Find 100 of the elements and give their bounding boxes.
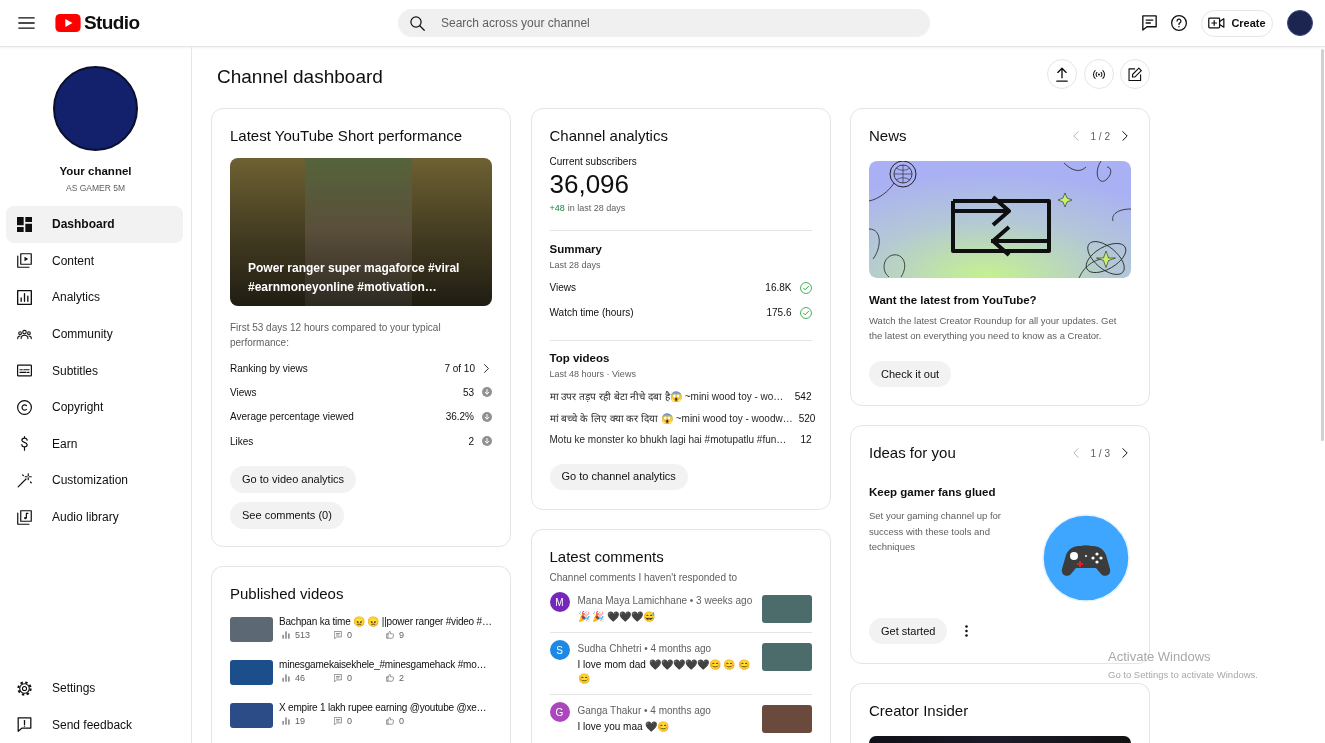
magic-wand-icon bbox=[17, 472, 32, 488]
like-count: 9 bbox=[399, 629, 404, 641]
video-thumbnail[interactable] bbox=[230, 703, 273, 728]
subscriber-count: 36,096 bbox=[549, 169, 631, 199]
video-title: Power ranger super magaforce #viral #earnmoneyonline #motivation… bbox=[248, 260, 461, 296]
video-title[interactable]: मां बच्चे के लिए क्या कर दिया 😱 ~mini wood toy - woodw… bbox=[549, 410, 793, 426]
dashboard-icon bbox=[17, 216, 32, 232]
user-avatar: M bbox=[549, 592, 570, 612]
sidebar-item[interactable]: Send feedback bbox=[6, 706, 183, 743]
sidebar-item[interactable]: Content bbox=[6, 242, 183, 280]
sidebar-item[interactable]: Settings bbox=[6, 669, 183, 707]
get-started-button[interactable]: Get started bbox=[869, 618, 948, 644]
user-avatar: G bbox=[549, 702, 570, 722]
comment-icon bbox=[334, 631, 342, 639]
down-arrow-icon bbox=[482, 436, 492, 447]
video-thumbnail[interactable]: Power ranger super magaforce #viral #earnmoneyonline #motivation… bbox=[230, 158, 492, 306]
video-thumbnail[interactable] bbox=[230, 617, 273, 642]
metric-value: 7 of 10 bbox=[444, 361, 475, 376]
studio-logo[interactable]: Studio bbox=[55, 12, 140, 34]
sidebar-item[interactable]: Audio library bbox=[6, 498, 183, 536]
video-thumbnail[interactable] bbox=[761, 705, 812, 733]
comment-icon bbox=[334, 717, 342, 725]
video-thumbnail[interactable] bbox=[761, 595, 812, 623]
sidebar-item[interactable]: Analytics bbox=[6, 279, 183, 316]
like-count: 2 bbox=[399, 672, 404, 684]
sidebar-item[interactable]: Copyright bbox=[6, 388, 183, 426]
card-title: Creator Insider bbox=[869, 701, 970, 721]
page-title: Channel dashboard bbox=[217, 65, 383, 89]
subtitles-icon bbox=[17, 363, 32, 379]
card-title: News bbox=[869, 126, 907, 146]
video-thumbnail[interactable] bbox=[761, 643, 812, 671]
channel-name: AS GAMER 5M bbox=[64, 182, 126, 194]
metric-value: 53 bbox=[462, 385, 474, 400]
video-title[interactable]: Bachpan ka time 😠 😠 ||power ranger #video #… bbox=[279, 615, 492, 629]
comment-text: I love you maa 🖤😊 bbox=[577, 720, 671, 734]
news-headline: Want the latest from YouTube? bbox=[869, 293, 1038, 308]
metric-value: 16.8K bbox=[765, 281, 792, 295]
channel-title: Your channel bbox=[58, 164, 133, 178]
metric-label: Ranking by views bbox=[230, 361, 309, 376]
user-avatar: S bbox=[549, 640, 570, 660]
view-count: 520 bbox=[798, 411, 816, 426]
menu-icon bbox=[17, 17, 35, 29]
video-title[interactable]: मा उपर तड़प रही बेटा नीचे दबा है😱 ~mini wood toy - wo… bbox=[549, 389, 789, 405]
play-logo-icon bbox=[55, 14, 81, 32]
view-count: 19 bbox=[295, 715, 305, 727]
page-indicator: 1 / 3 bbox=[1090, 446, 1110, 461]
change-period: in last 28 days bbox=[567, 202, 626, 214]
sidebar-item[interactable]: Subtitles bbox=[6, 352, 183, 389]
search-field[interactable]: Search across your channel bbox=[398, 9, 930, 37]
thumbs-up-icon bbox=[386, 717, 394, 725]
sidebar-item[interactable]: Community bbox=[6, 315, 183, 353]
comments-button[interactable]: See comments (0) bbox=[230, 502, 344, 530]
video-title[interactable]: minesgamekaisekhele_#minesgamehack #mo… bbox=[279, 658, 487, 672]
comment-count: 0 bbox=[347, 629, 352, 641]
news-banner-drawing[interactable] bbox=[869, 161, 1131, 278]
view-count: 542 bbox=[794, 390, 812, 405]
video-thumbnail[interactable] bbox=[230, 660, 273, 685]
video-title[interactable]: X empire 1 lakh rupee earning @youtube @xe… bbox=[279, 701, 487, 715]
video-analytics-button[interactable]: Go to video analytics bbox=[230, 466, 357, 494]
comment-text: I love mom dad 🖤🖤🖤🖤🖤😊 😊 😊 😊 bbox=[577, 658, 752, 686]
activation-text: Go to Settings to activate Windows. bbox=[1108, 668, 1258, 681]
view-count: 46 bbox=[295, 672, 305, 684]
video-thumbnail[interactable] bbox=[869, 736, 1131, 743]
chevron-right-icon[interactable] bbox=[1122, 131, 1128, 141]
metric-label: Likes bbox=[230, 434, 255, 449]
check-it-out-button[interactable]: Check it out bbox=[869, 361, 952, 387]
section-period: Last 28 days bbox=[549, 259, 602, 271]
settings-icon bbox=[17, 680, 32, 696]
chevron-right-icon[interactable] bbox=[1122, 448, 1128, 458]
sidebar-item[interactable]: Earn bbox=[6, 425, 183, 463]
comment-byline: Mana Maya Lamichhane • 3 weeks ago bbox=[577, 594, 754, 608]
bar-chart-icon bbox=[282, 717, 290, 725]
metric-value: 36.2% bbox=[445, 410, 474, 425]
comparison-note: First 53 days 12 hours compared to your typical performance: bbox=[230, 321, 442, 350]
music-library-icon bbox=[17, 509, 32, 525]
video-plus-icon bbox=[1208, 17, 1226, 29]
comment-byline: Ganga Thakur • 4 months ago bbox=[577, 704, 712, 718]
video-title[interactable]: Motu ke monster ko bhukh lagi hai #motupatlu #fun… bbox=[549, 432, 795, 448]
idea-text: Set your gaming channel up for success with these tools and techniques bbox=[869, 509, 1003, 554]
chevron-right-icon[interactable] bbox=[484, 363, 489, 373]
section-period: Last 48 hours · Views bbox=[549, 368, 637, 380]
message-icon bbox=[1141, 15, 1157, 31]
bar-chart-icon bbox=[282, 631, 290, 639]
metric-value: 2 bbox=[468, 434, 474, 449]
metric-label: Average percentage viewed bbox=[230, 410, 355, 425]
down-arrow-icon bbox=[482, 387, 492, 398]
sidebar-item[interactable]: Dashboard bbox=[6, 206, 183, 243]
view-count: 513 bbox=[295, 629, 311, 641]
account-avatar[interactable] bbox=[1287, 10, 1313, 36]
channel-analytics-button[interactable]: Go to channel analytics bbox=[549, 463, 688, 490]
sidebar-item[interactable]: Customization bbox=[6, 462, 183, 499]
section-title: Top videos bbox=[549, 351, 611, 366]
metric-label: Views bbox=[549, 281, 577, 295]
scrollbar-thumb[interactable] bbox=[1321, 49, 1324, 441]
thumbs-up-icon bbox=[386, 674, 394, 682]
metric-label: Watch time (hours) bbox=[549, 306, 635, 320]
comment-count: 0 bbox=[347, 672, 352, 684]
subscriber-change: +48 bbox=[549, 202, 565, 214]
video-library-icon bbox=[17, 253, 32, 269]
bar-chart-icon bbox=[17, 290, 32, 305]
